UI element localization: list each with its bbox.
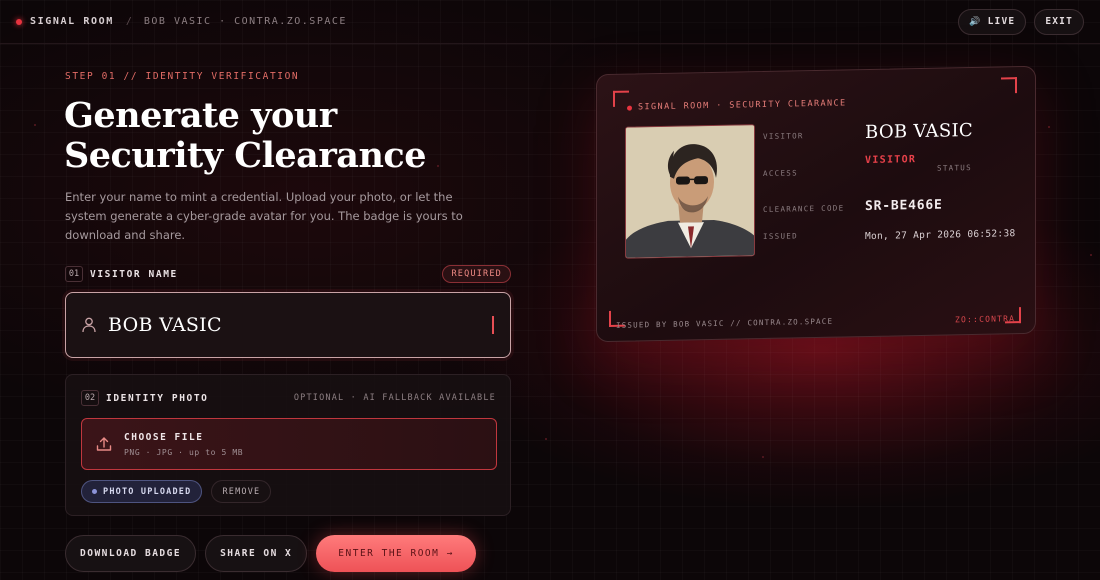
enter-room-button[interactable]: ENTER THE ROOM → [316, 535, 476, 572]
clearance-code-value: SR-BE466E [865, 197, 943, 215]
badge-visitor-name: BOB VASIC [865, 119, 973, 144]
top-bar: SIGNAL ROOM / BOB VASIC · CONTRA.ZO.SPAC… [0, 0, 1100, 44]
access-label: ACCESS [763, 168, 798, 179]
visitor-name-label: VISITOR NAME [90, 268, 178, 280]
required-badge: REQUIRED [442, 265, 511, 283]
badge-footer-issuer: ISSUED BY BOB VASIC // CONTRA.ZO.SPACE [616, 316, 834, 330]
speaker-icon: 🔊 [969, 16, 982, 27]
uploaded-dot [92, 489, 97, 494]
bottom-actions: DOWNLOAD BADGE SHARE ON X ENTER THE ROOM… [65, 535, 476, 572]
remove-photo-button[interactable]: REMOVE [211, 480, 272, 503]
download-badge-button[interactable]: DOWNLOAD BADGE [65, 535, 197, 572]
clearance-code-label: CLEARANCE CODE [763, 203, 845, 215]
security-badge: SIGNAL ROOM · SECURITY CLEARANCE VISITOR… [590, 62, 1045, 352]
portrait-image [626, 125, 755, 259]
identity-photo-header: 02 IDENTITY PHOTO OPTIONAL · AI FALLBACK… [81, 390, 496, 406]
page-description: Enter your name to mint a credential. Up… [65, 190, 463, 242]
visitor-name-header: 01 VISITOR NAME REQUIRED [65, 265, 511, 283]
identity-photo-label: IDENTITY PHOTO [106, 392, 209, 404]
brand-name[interactable]: SIGNAL ROOM [30, 16, 114, 27]
visitor-photo [625, 124, 755, 259]
field-number: 02 [81, 390, 99, 406]
badge-header: SIGNAL ROOM · SECURITY CLEARANCE [627, 98, 847, 112]
live-label: LIVE [987, 16, 1016, 27]
choose-file-label: CHOOSE FILE [124, 431, 204, 443]
badge-footer-code: ZO::CONTRA [955, 314, 1016, 325]
share-on-x-button[interactable]: SHARE ON X [205, 535, 308, 572]
visitor-label: VISITOR [763, 131, 804, 142]
step-label: STEP 01 // IDENTITY VERIFICATION [65, 71, 300, 82]
live-button[interactable]: 🔊 LIVE [958, 8, 1027, 35]
identity-photo-panel: 02 IDENTITY PHOTO OPTIONAL · AI FALLBACK… [65, 374, 511, 516]
top-actions: 🔊 LIVE EXIT [958, 8, 1084, 35]
brand-status-dot [16, 18, 22, 25]
issued-label: ISSUED [763, 231, 798, 242]
badge-card: SIGNAL ROOM · SECURITY CLEARANCE VISITOR… [596, 65, 1036, 343]
visitor-name-input[interactable]: BOB VASIC [65, 292, 511, 358]
badge-header-text: SIGNAL ROOM · SECURITY CLEARANCE [638, 98, 847, 113]
field-number: 01 [65, 266, 83, 282]
issued-value: Mon, 27 Apr 2026 06:52:38 [865, 228, 1016, 243]
choose-file-button[interactable]: CHOOSE FILE PNG · JPG · up to 5 MB [81, 418, 497, 470]
user-icon [82, 317, 96, 333]
optional-hint: OPTIONAL · AI FALLBACK AVAILABLE [293, 393, 496, 403]
badge-status-dot [627, 105, 632, 111]
breadcrumb-separator: / [125, 16, 132, 27]
status-label: STATUS [937, 163, 972, 173]
text-caret [492, 316, 494, 334]
upload-icon [96, 437, 112, 451]
visitor-name-value: BOB VASIC [108, 314, 222, 336]
photo-uploaded-badge: PHOTO UPLOADED [81, 480, 203, 503]
page-title: Generate your Security Clearance [64, 95, 426, 176]
exit-button[interactable]: EXIT [1034, 8, 1084, 35]
breadcrumb: BOB VASIC · CONTRA.ZO.SPACE [143, 16, 347, 27]
photo-uploaded-label: PHOTO UPLOADED [103, 486, 192, 497]
photo-actions: PHOTO UPLOADED REMOVE [81, 480, 272, 503]
corner-bracket [1001, 77, 1017, 94]
choose-file-sub: PNG · JPG · up to 5 MB [124, 447, 244, 457]
access-value: VISITOR [865, 154, 917, 167]
